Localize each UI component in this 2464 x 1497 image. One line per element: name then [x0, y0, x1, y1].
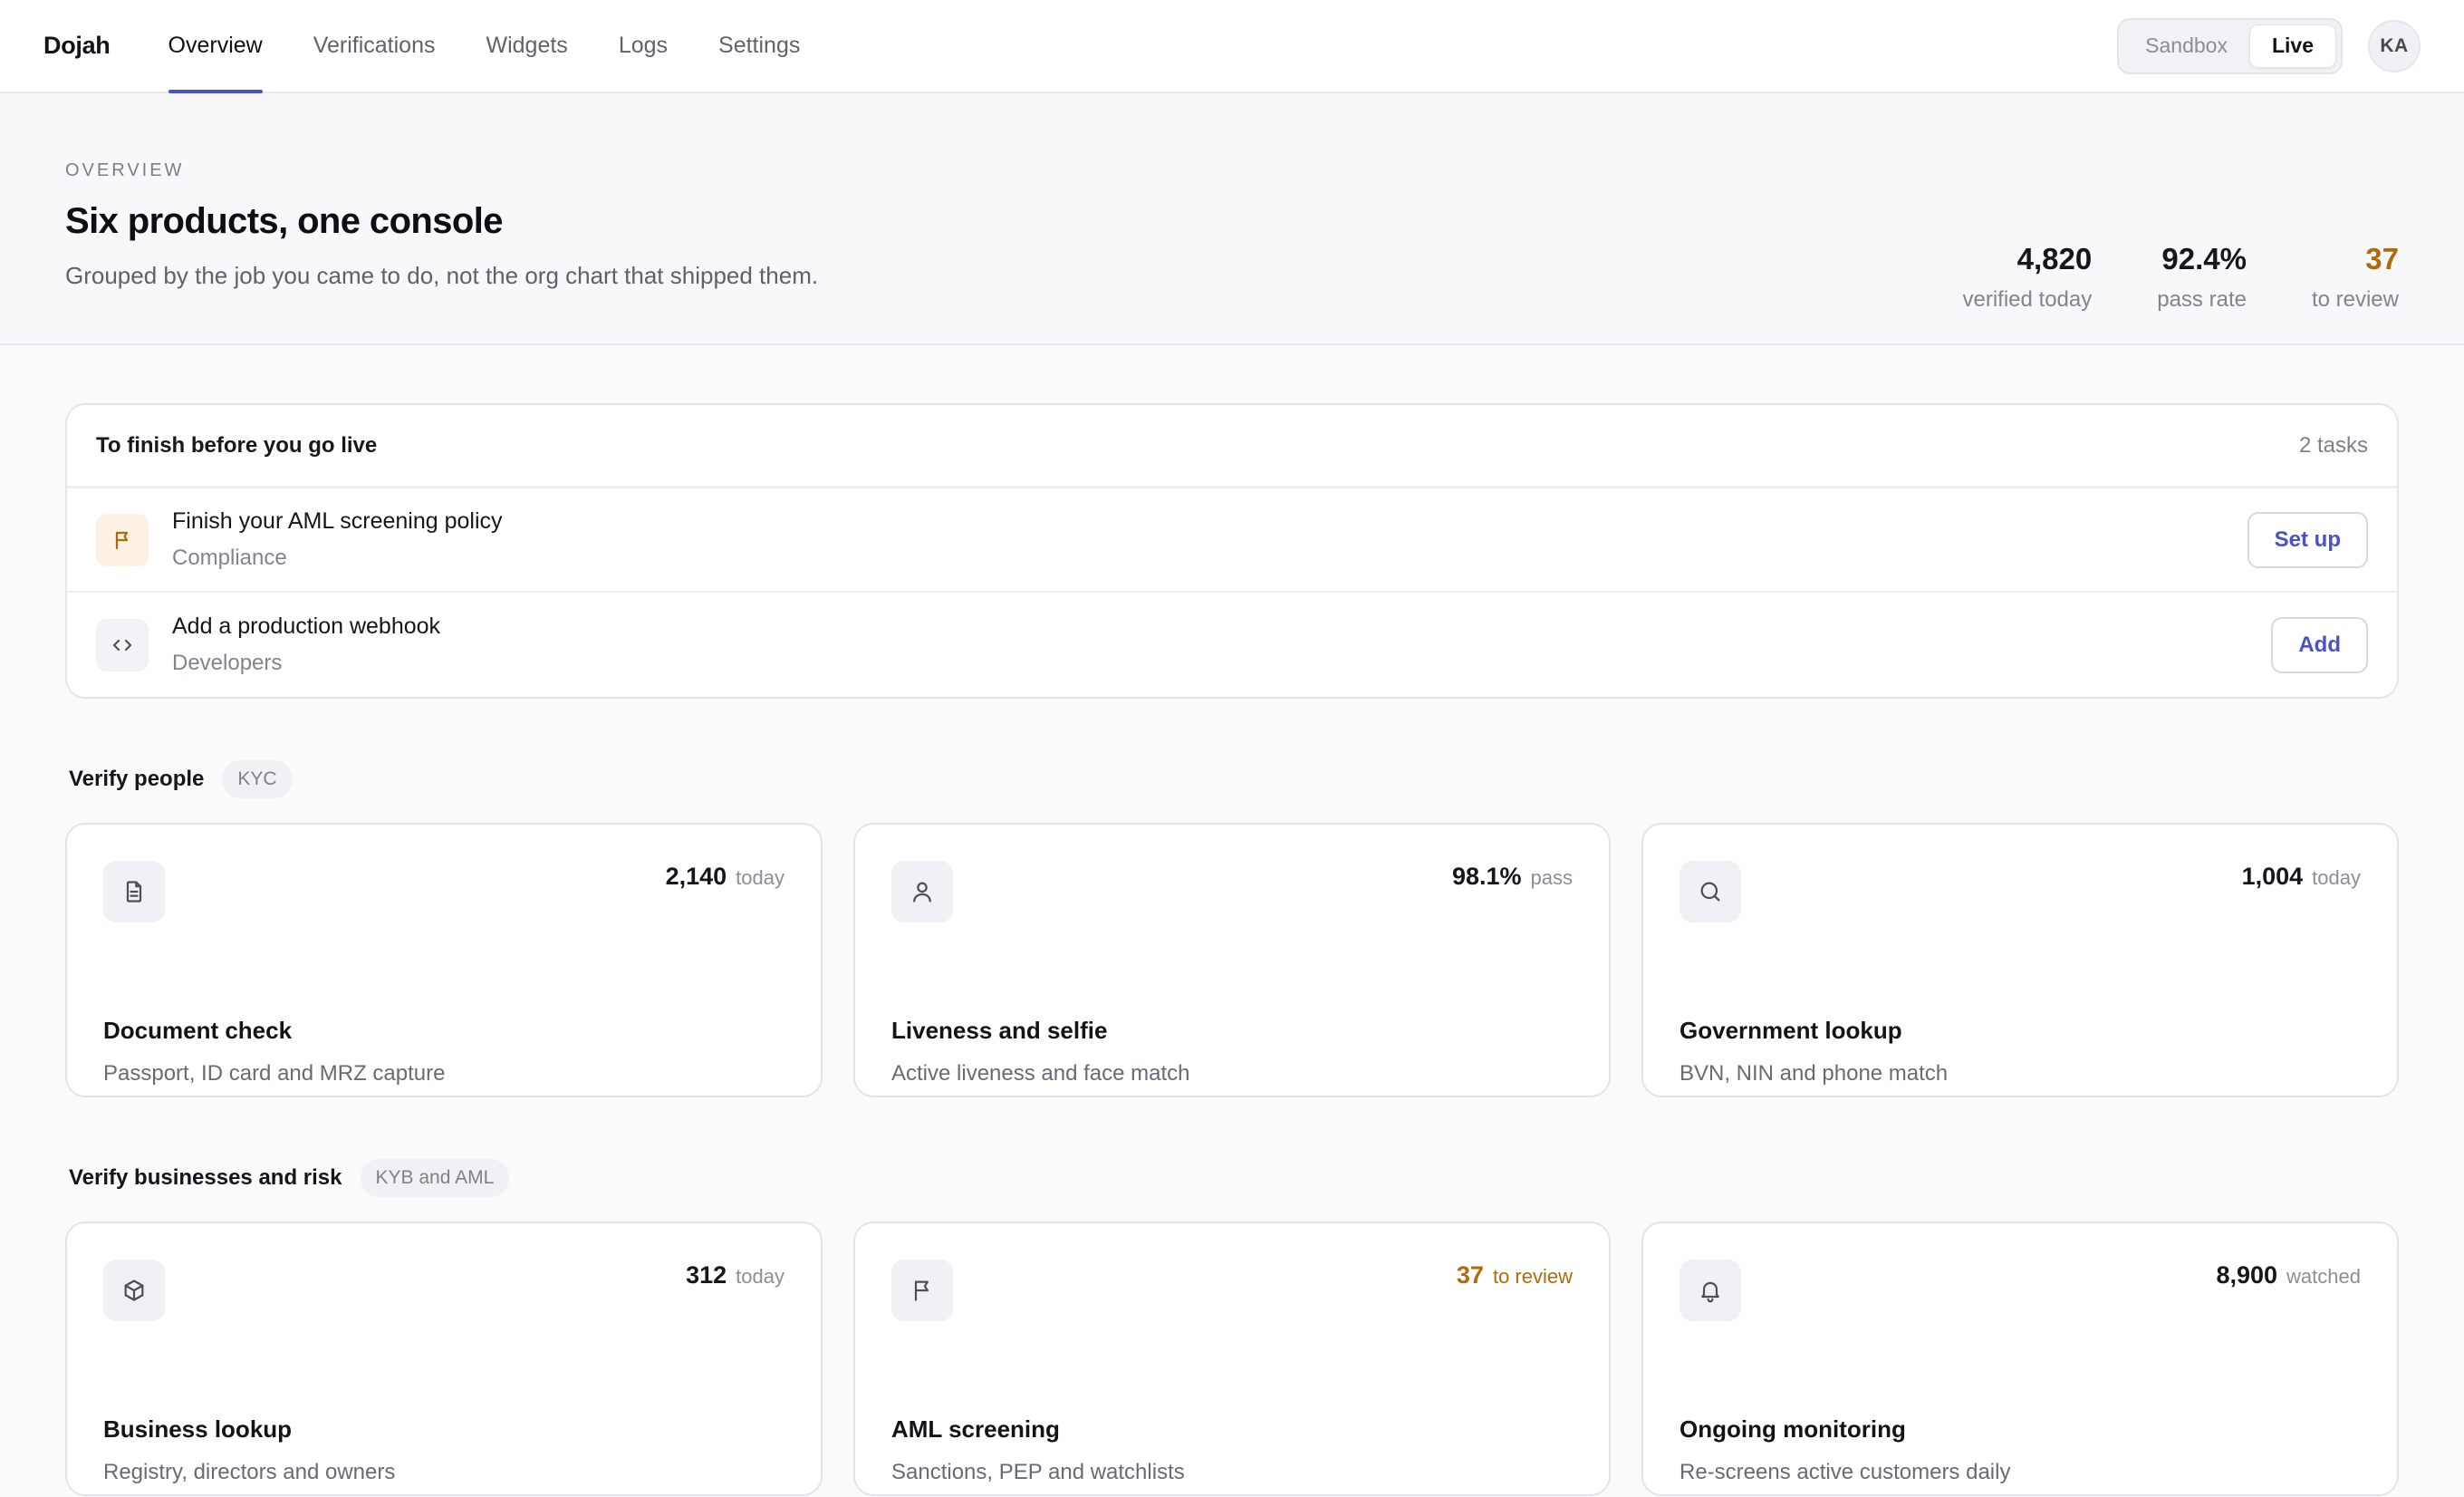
metric-value: 37	[1456, 1261, 1484, 1289]
task-row-aml-policy: Finish your AML screening policy Complia…	[67, 488, 2397, 593]
kyb-product-cards: 312 today Business lookup Registry, dire…	[65, 1222, 2399, 1496]
metric-unit: to review	[1492, 1265, 1573, 1288]
stat-value: 37	[2365, 242, 2399, 275]
metric-unit: today	[736, 1265, 784, 1288]
task-row-webhook: Add a production webhook Developers Add	[67, 593, 2397, 697]
primary-nav: Overview Verifications Widgets Logs Sett…	[168, 0, 852, 93]
page-subtitle: Grouped by the job you came to do, not t…	[65, 262, 819, 289]
code-icon	[96, 618, 149, 671]
metric-value: 8,900	[2216, 1261, 2278, 1289]
card-description: Re-screens active customers daily	[1680, 1460, 2011, 1484]
card-metric: 312 today	[686, 1261, 784, 1289]
card-title: AML screening	[891, 1415, 1060, 1443]
card-title: Business lookup	[103, 1415, 293, 1443]
document-icon	[103, 861, 165, 922]
stat-label: pass rate	[2157, 287, 2247, 312]
nav-widgets[interactable]: Widgets	[486, 0, 568, 92]
metric-value: 312	[686, 1261, 727, 1289]
task-title: Add a production webhook	[172, 613, 441, 639]
stat-value: 92.4%	[2161, 242, 2247, 275]
add-webhook-button[interactable]: Add	[2271, 616, 2368, 673]
overview-header: OVERVIEW Six products, one console Group…	[0, 93, 2464, 345]
topbar-actions: Sandbox Live KA	[2117, 17, 2421, 74]
user-icon	[891, 861, 953, 922]
stat-label: to review	[2311, 287, 2399, 312]
card-description: BVN, NIN and phone match	[1680, 1061, 1949, 1086]
card-metric: 1,004 today	[2242, 863, 2361, 891]
stat-label: verified today	[1962, 287, 2093, 312]
product-card-aml-screening[interactable]: 37 to review AML screening Sanctions, PE…	[853, 1222, 1611, 1496]
env-live-option[interactable]: Live	[2248, 24, 2336, 68]
section-title: Verify people	[69, 767, 205, 791]
task-category: Compliance	[172, 546, 287, 570]
stat-pass-rate: 92.4% pass rate	[2157, 242, 2247, 313]
search-icon	[1680, 861, 1741, 922]
product-card-document-check[interactable]: 2,140 today Document check Passport, ID …	[65, 823, 823, 1097]
card-title: Government lookup	[1680, 1017, 1902, 1044]
metric-unit: today	[2312, 866, 2361, 889]
task-text: Add a production webhook Developers	[172, 613, 2271, 676]
setup-aml-policy-button[interactable]: Set up	[2247, 511, 2368, 568]
page-title: Six products, one console	[65, 201, 503, 241]
stat-verified-today: 4,820 verified today	[1962, 242, 2092, 313]
metric-value: 98.1%	[1451, 863, 1522, 890]
card-description: Passport, ID card and MRZ capture	[103, 1061, 446, 1086]
tasks-header: To finish before you go live 2 tasks	[67, 405, 2397, 488]
card-metric: 98.1% pass	[1452, 863, 1573, 891]
metric-value: 1,004	[2241, 863, 2304, 890]
nav-verifications[interactable]: Verifications	[313, 0, 436, 92]
metric-unit: watched	[2286, 1265, 2361, 1288]
tasks-count: 2 tasks	[2298, 432, 2368, 458]
product-card-ongoing-monitoring[interactable]: 8,900 watched Ongoing monitoring Re-scre…	[1641, 1222, 2399, 1496]
flag-icon	[891, 1260, 953, 1321]
top-navigation: Dojah Overview Verifications Widgets Log…	[0, 0, 2464, 93]
product-card-government-lookup[interactable]: 1,004 today Government lookup BVN, NIN a…	[1641, 823, 2399, 1097]
metric-value: 2,140	[665, 863, 727, 890]
card-description: Sanctions, PEP and watchlists	[891, 1460, 1185, 1484]
product-card-liveness[interactable]: 98.1% pass Liveness and selfie Active li…	[853, 823, 1611, 1097]
card-description: Active liveness and face match	[891, 1061, 1190, 1086]
environment-toggle: Sandbox Live	[2117, 17, 2343, 74]
section-tag: KYB and AML	[360, 1159, 510, 1197]
stat-to-review[interactable]: 37 to review	[2312, 242, 2399, 313]
user-avatar[interactable]: KA	[2368, 19, 2421, 72]
section-header-kyb-aml: Verify businesses and risk KYB and AML	[65, 1159, 2399, 1197]
flag-icon	[96, 513, 149, 566]
kyc-product-cards: 2,140 today Document check Passport, ID …	[65, 823, 2399, 1097]
card-description: Registry, directors and owners	[103, 1460, 396, 1484]
card-metric: 2,140 today	[666, 863, 784, 891]
overview-heading-block: OVERVIEW Six products, one console Group…	[65, 160, 818, 343]
task-text: Finish your AML screening policy Complia…	[172, 508, 2247, 571]
card-title: Liveness and selfie	[891, 1017, 1108, 1044]
tasks-title: To finish before you go live	[96, 432, 378, 458]
stat-value: 4,820	[2016, 242, 2093, 275]
product-card-business-lookup[interactable]: 312 today Business lookup Registry, dire…	[65, 1222, 823, 1496]
section-header-kyc: Verify people KYC	[65, 760, 2399, 798]
metric-unit: today	[736, 866, 784, 889]
task-title: Finish your AML screening policy	[172, 508, 503, 534]
card-metric: 8,900 watched	[2216, 1261, 2361, 1289]
env-sandbox-option[interactable]: Sandbox	[2123, 24, 2249, 68]
brand-logo[interactable]: Dojah	[43, 32, 111, 60]
section-title: Verify businesses and risk	[69, 1165, 342, 1190]
summary-stats: 4,820 verified today 92.4% pass rate 37 …	[1962, 242, 2399, 313]
page-eyebrow: OVERVIEW	[65, 160, 185, 180]
card-metric: 37 to review	[1457, 1261, 1573, 1289]
metric-unit: pass	[1530, 866, 1573, 889]
box-icon	[103, 1260, 165, 1321]
card-title: Document check	[103, 1017, 293, 1044]
go-live-tasks-panel: To finish before you go live 2 tasks Fin…	[65, 403, 2399, 699]
nav-settings[interactable]: Settings	[718, 0, 800, 92]
nav-overview[interactable]: Overview	[168, 0, 263, 93]
task-category: Developers	[172, 651, 283, 675]
section-tag: KYC	[222, 760, 293, 798]
nav-logs[interactable]: Logs	[619, 0, 668, 92]
bell-icon	[1680, 1260, 1741, 1321]
card-title: Ongoing monitoring	[1680, 1415, 1906, 1443]
main-content: To finish before you go live 2 tasks Fin…	[0, 345, 2464, 1496]
